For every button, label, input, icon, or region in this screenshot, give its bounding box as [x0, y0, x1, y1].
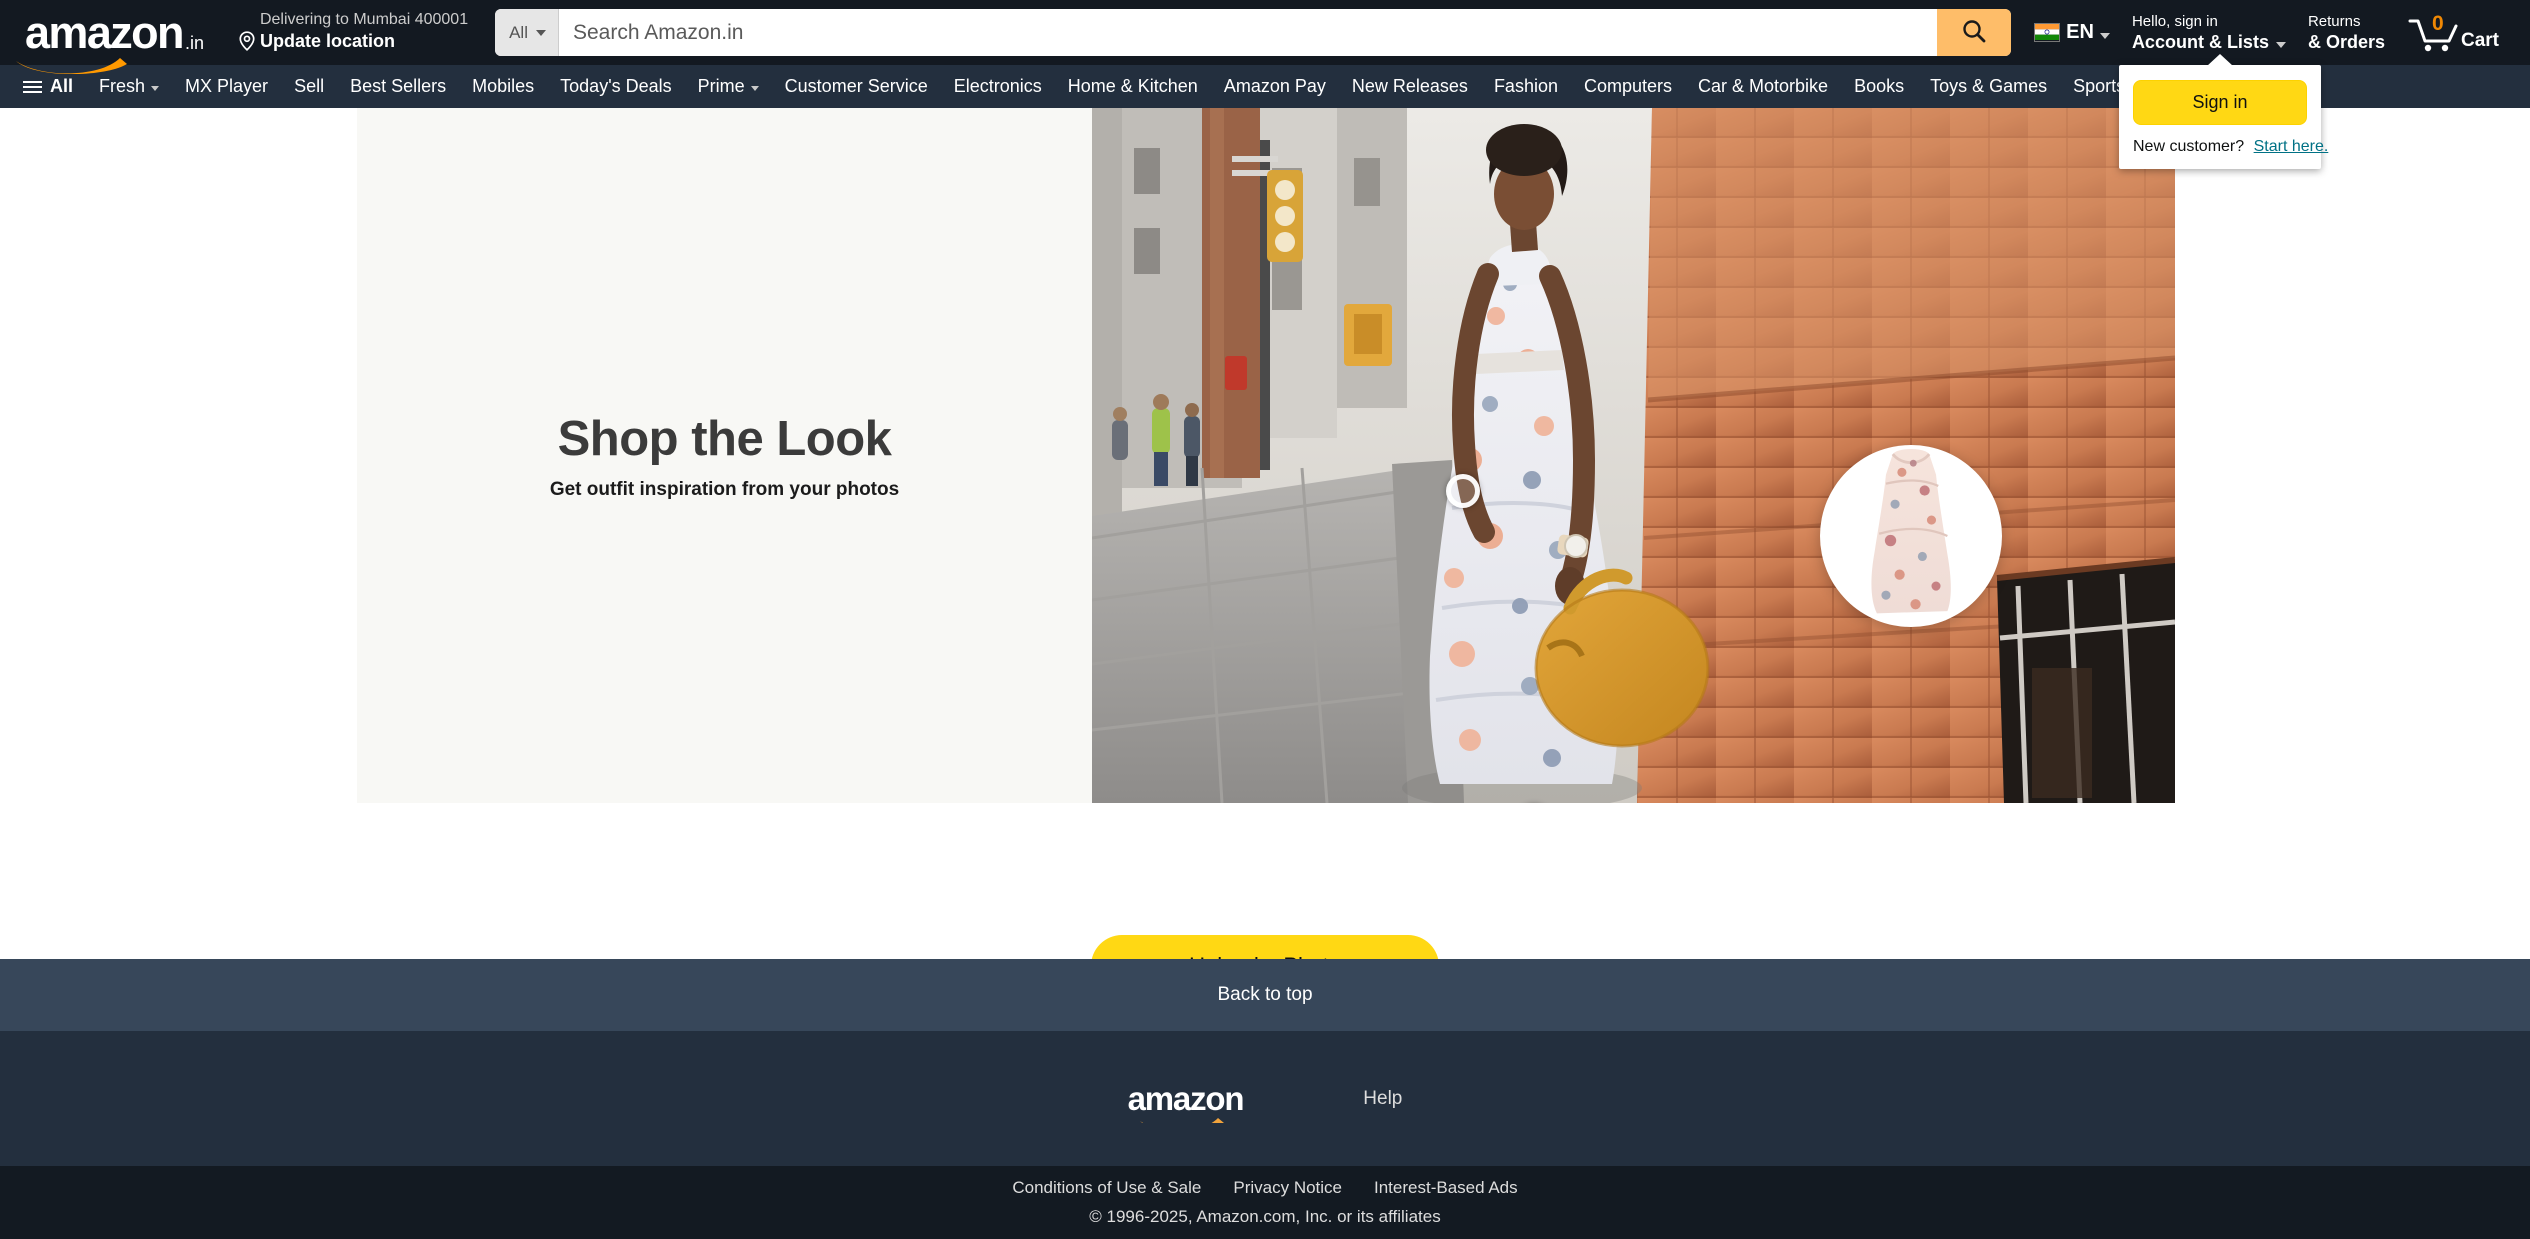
footer-link[interactable]: Interest-Based Ads	[1374, 1178, 1518, 1198]
cart-item-count: 0	[2431, 11, 2444, 35]
subnav-item-today-s-deals[interactable]: Today's Deals	[547, 68, 685, 105]
chevron-down-icon	[536, 29, 546, 36]
delivery-location-line2-row: Update location	[238, 31, 468, 52]
search-category-dropdown[interactable]: All	[495, 9, 559, 56]
shop-the-look-hero: Shop the Look Get outfit inspiration fro…	[0, 108, 2530, 997]
subnav-item-label: Home & Kitchen	[1067, 76, 1198, 96]
subnav-item-electronics[interactable]: Electronics	[941, 68, 1055, 105]
hotspot-dress[interactable]	[1446, 474, 1480, 508]
subnav-item-sell[interactable]: Sell	[281, 68, 337, 105]
footer-copyright: © 1996-2025, Amazon.com, Inc. or its aff…	[1089, 1207, 1441, 1226]
subnav-item-mobiles[interactable]: Mobiles	[459, 68, 547, 105]
hamburger-menu-icon	[23, 80, 42, 93]
top-navigation-bar: amazon .in Delivering to Mumbai 400001 U…	[0, 0, 2530, 74]
hero-photo	[1092, 108, 2175, 803]
chevron-down-icon	[2275, 41, 2286, 48]
india-flag-icon	[2034, 23, 2061, 42]
page-subtitle: Get outfit inspiration from your photos	[549, 478, 900, 500]
account-lists-row: Account & Lists	[2132, 32, 2286, 52]
subnav-item-label: Fashion	[1493, 76, 1558, 96]
subnav-item-label: Prime	[697, 76, 745, 96]
subnav-item-books[interactable]: Books	[1841, 68, 1917, 105]
account-and-lists-menu[interactable]: Hello, sign in Account & Lists	[2121, 7, 2297, 59]
subnav-item-label: Fresh	[99, 76, 146, 96]
header-right-actions: EN Hello, sign in Account & Lists Return…	[2023, 0, 2516, 65]
subnav-item-label: Books	[1854, 76, 1905, 96]
hero-copy-panel: Shop the Look Get outfit inspiration fro…	[357, 108, 1092, 803]
subnav-item-label: Electronics	[953, 76, 1042, 96]
page-title: Shop the Look	[557, 411, 892, 466]
subnav-item-mx-player[interactable]: MX Player	[172, 68, 281, 105]
chevron-down-icon	[151, 86, 160, 91]
amazon-logo-tld: .in	[184, 32, 204, 53]
subnav-item-label: Toys & Games	[1930, 76, 2048, 96]
back-to-top-button[interactable]: Back to top	[0, 959, 2530, 1031]
subnav-item-toys-games[interactable]: Toys & Games	[1917, 68, 2060, 105]
search-input[interactable]	[559, 9, 1938, 56]
orders-label: & Orders	[2307, 31, 2385, 52]
search-icon	[1960, 17, 1988, 48]
subnav-item-label: Car & Motorbike	[1698, 76, 1829, 96]
footer-amazon-logo[interactable]: amazon	[1128, 1082, 1244, 1123]
footer-link[interactable]: Privacy Notice	[1233, 1178, 1342, 1198]
subnav-item-computers[interactable]: Computers	[1571, 68, 1685, 105]
chevron-down-icon	[750, 86, 759, 91]
footer-link[interactable]: Conditions of Use & Sale	[1012, 1178, 1201, 1198]
subnav-item-car-motorbike[interactable]: Car & Motorbike	[1685, 68, 1841, 105]
language-selector[interactable]: EN	[2023, 7, 2121, 59]
signin-flyout-panel: Sign in New customer? Start here.	[2119, 54, 2328, 169]
start-here-link[interactable]: Start here.	[2254, 138, 2329, 155]
cart-button[interactable]: 0 Cart	[2396, 7, 2516, 59]
subnav-item-label: New Releases	[1351, 76, 1468, 96]
account-greeting-label: Hello, sign in	[2131, 12, 2218, 30]
subnav-item-label: Sell	[294, 76, 325, 96]
amazon-logo[interactable]: amazon .in	[6, 5, 217, 74]
subnav-item-new-releases[interactable]: New Releases	[1339, 68, 1481, 105]
chevron-down-icon	[2099, 32, 2110, 39]
subnav-item-label: Best Sellers	[350, 76, 447, 96]
language-code-label: EN	[2066, 21, 2094, 43]
delivery-location-selector[interactable]: Delivering to Mumbai 400001 Update locat…	[227, 7, 479, 59]
subnav-item-prime[interactable]: Prime	[685, 68, 772, 105]
delivery-location-line1: Delivering to Mumbai 400001	[259, 10, 469, 28]
footer-main: amazon Help	[0, 1031, 2530, 1166]
subnav-item-best-sellers[interactable]: Best Sellers	[337, 68, 459, 105]
subnav-item-label: Mobiles	[472, 76, 535, 96]
product-callout-bubble[interactable]	[1820, 445, 2002, 627]
returns-and-orders-link[interactable]: Returns & Orders	[2297, 7, 2396, 59]
subnav-all-label: All	[50, 76, 74, 96]
cart-label: Cart	[2460, 29, 2499, 51]
subnav-item-fashion[interactable]: Fashion	[1481, 68, 1571, 105]
footer-legal-bar: Conditions of Use & Sale Privacy Notice In…	[0, 1166, 2530, 1239]
sign-in-button[interactable]: Sign in	[2133, 80, 2307, 125]
returns-label: Returns	[2307, 12, 2361, 30]
subnav-item-label: Customer Service	[784, 76, 928, 96]
subnav-item-label: Computers	[1583, 76, 1673, 96]
delivery-location-label: Update location	[259, 30, 395, 51]
subnav-item-home-kitchen[interactable]: Home & Kitchen	[1055, 68, 1211, 105]
hero-band: Shop the Look Get outfit inspiration fro…	[357, 108, 2175, 803]
subnav-item-amazon-pay[interactable]: Amazon Pay	[1211, 68, 1339, 105]
search-category-label: All	[509, 22, 528, 42]
account-lists-label: Account & Lists	[2131, 31, 2269, 52]
subnav-item-customer-service[interactable]: Customer Service	[772, 68, 941, 105]
new-customer-row: New customer? Start here.	[2133, 138, 2328, 156]
subnav-item-label: Sports	[2073, 76, 2126, 96]
subnav-item-label: Today's Deals	[560, 76, 672, 96]
new-customer-label: New customer?	[2133, 138, 2245, 155]
subnav-items-container: Fresh MX Player Sell Best Sellers Mobiles Tod…	[86, 68, 2138, 105]
flyout-arrow-icon	[2207, 54, 2233, 66]
footer-help-link[interactable]: Help	[1363, 1088, 1402, 1110]
shopping-cart-icon: 0	[2407, 12, 2459, 54]
location-pin-icon	[238, 31, 256, 51]
search-submit-button[interactable]	[1937, 9, 2012, 56]
subnav-item-label: Amazon Pay	[1223, 76, 1326, 96]
search-bar: All	[495, 9, 2012, 56]
footer-legal-links: Conditions of Use & Sale Privacy Notice In…	[1012, 1178, 1517, 1198]
subnav-item-label: MX Player	[185, 76, 269, 96]
amazon-smile-icon	[1138, 1105, 1226, 1123]
amazon-logo-wordmark: amazon	[25, 6, 185, 58]
amazon-smile-icon	[14, 52, 130, 74]
